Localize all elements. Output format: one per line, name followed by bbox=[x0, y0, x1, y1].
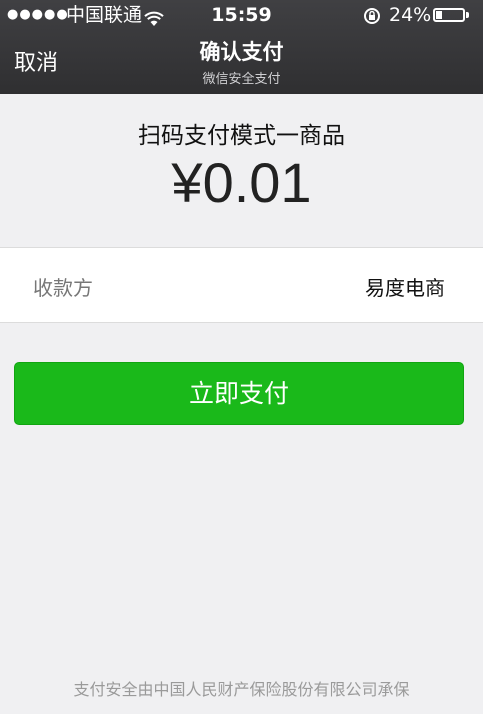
product-name: 扫码支付模式一商品 bbox=[138, 123, 345, 149]
pay-now-button[interactable]: 立即支付 bbox=[14, 362, 464, 425]
payment-amount: ¥0.01 bbox=[171, 151, 312, 214]
rotation-lock-icon bbox=[362, 5, 382, 35]
battery-icon bbox=[433, 8, 465, 22]
battery-tip bbox=[466, 12, 469, 18]
payee-value: 易度电商 bbox=[365, 276, 445, 300]
battery-percent: 24% bbox=[389, 4, 432, 26]
battery-level bbox=[436, 11, 442, 19]
insurance-footer: 支付安全由中国人民财产保险股份有限公司承保 bbox=[73, 680, 410, 699]
page-title: 确认支付 bbox=[199, 40, 284, 64]
top-bar: ●●●●● 中国联通 15:59 24% 取消 确认支付 微信安全支付 bbox=[0, 0, 483, 94]
status-bar: ●●●●● 中国联通 15:59 24% bbox=[0, 0, 483, 30]
page-subtitle: 微信安全支付 bbox=[202, 72, 281, 87]
payee-row: 收款方 易度电商 bbox=[0, 247, 483, 323]
payee-label: 收款方 bbox=[33, 276, 93, 300]
